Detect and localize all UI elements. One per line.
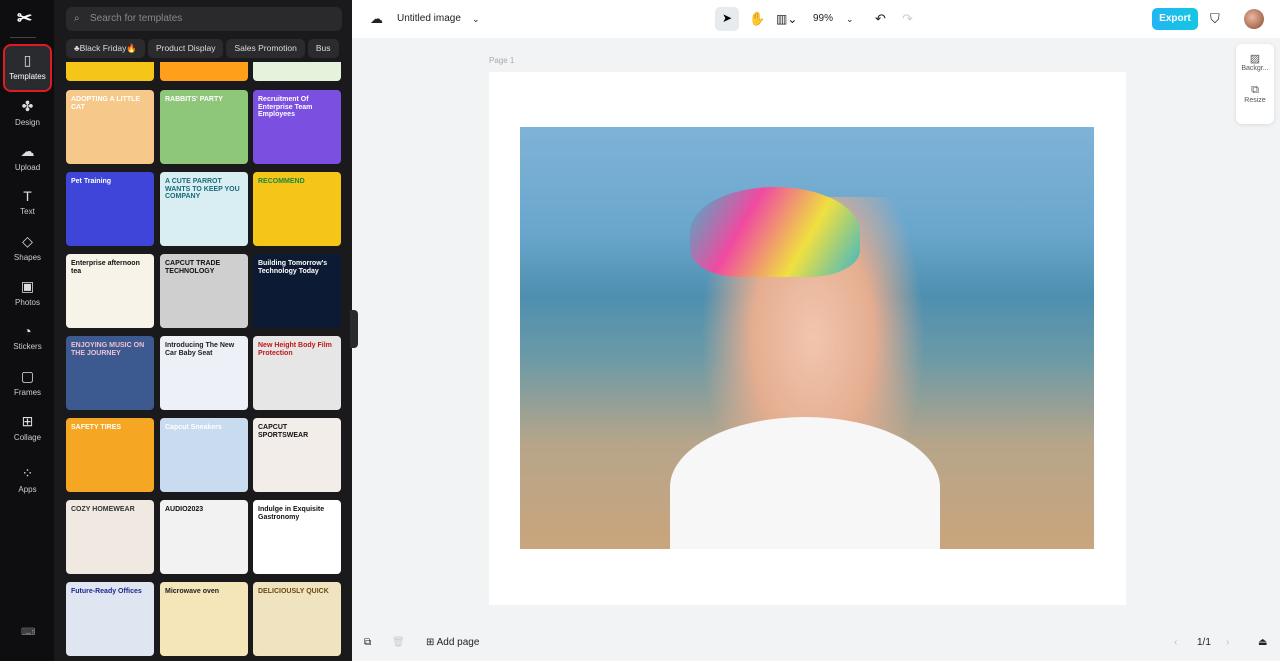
- templates-icon: ▯: [23, 52, 32, 68]
- keyboard-icon[interactable]: ⌨: [21, 627, 35, 638]
- sidebar-item-shapes[interactable]: ◇ Shapes: [5, 227, 50, 271]
- photo-headband: [690, 187, 860, 277]
- redo-icon[interactable]: ↷: [902, 0, 913, 38]
- delete-icon[interactable]: 🗑: [392, 630, 405, 655]
- design-icon: ✤: [21, 98, 34, 114]
- prev-page-icon[interactable]: ‹: [1174, 630, 1177, 655]
- apps-icon: ⁘: [21, 465, 34, 481]
- sidebar-item-text[interactable]: T Text: [5, 182, 50, 226]
- template-card[interactable]: Capcut Sneakers: [160, 418, 248, 492]
- template-card[interactable]: Pet Training: [66, 172, 154, 246]
- template-card[interactable]: RECOMMEND: [253, 172, 341, 246]
- collage-icon: ⊞: [21, 413, 34, 429]
- template-card[interactable]: New Height Body Film Protection: [253, 336, 341, 410]
- top-bar: ☁ Untitled image ⌄ ➤ ✋ ▥⌄ 99% ⌄ ↶ ↷ Expo…: [352, 0, 1280, 38]
- category-chip[interactable]: Bus: [307, 39, 339, 58]
- template-card[interactable]: [253, 62, 341, 81]
- frames-icon: ▢: [20, 368, 35, 384]
- sidebar-item-design[interactable]: ✤ Design: [5, 92, 50, 136]
- sidebar-item-upload[interactable]: ☁ Upload: [5, 137, 50, 181]
- template-card[interactable]: Microwave oven: [160, 582, 248, 656]
- template-card[interactable]: Enterprise afternoon tea: [66, 254, 154, 328]
- zoom-chevron-icon[interactable]: ⌄: [846, 0, 854, 38]
- side-tools: ▨ Backgr... ⧉ Resize: [1236, 44, 1274, 124]
- canvas-photo[interactable]: [520, 127, 1094, 549]
- template-card[interactable]: RABBITS' PARTY: [160, 90, 248, 164]
- search-input[interactable]: ⌕ Search for templates: [66, 7, 342, 31]
- template-card[interactable]: AUDIO2023: [160, 500, 248, 574]
- document-title[interactable]: Untitled image: [397, 0, 461, 38]
- template-card[interactable]: [66, 62, 154, 81]
- chevron-down-icon[interactable]: ⌄: [472, 0, 480, 38]
- pages-icon[interactable]: ⧉: [364, 630, 371, 655]
- sidebar-item-templates[interactable]: ▯ Templates: [3, 44, 52, 92]
- category-chips: ♣Black Friday🔥 Product Display Sales Promo…: [66, 38, 352, 58]
- sidebar-item-frames[interactable]: ▢ Frames: [5, 362, 50, 406]
- template-card[interactable]: Indulge in Exquisite Gastronomy: [253, 500, 341, 574]
- stickers-icon: ◔: [23, 323, 32, 339]
- template-card[interactable]: COZY HOMEWEAR: [66, 500, 154, 574]
- export-button[interactable]: Export: [1152, 8, 1198, 30]
- select-tool-button[interactable]: ➤: [715, 7, 739, 31]
- template-card[interactable]: Recruitment Of Enterprise Team Employees: [253, 90, 341, 164]
- category-chip[interactable]: Sales Promotion: [226, 39, 305, 58]
- search-icon: ⌕: [74, 13, 80, 24]
- text-icon: T: [23, 188, 32, 204]
- sidebar-item-apps[interactable]: ⁘ Apps: [5, 459, 50, 503]
- template-card[interactable]: [160, 62, 248, 81]
- divider: [10, 37, 36, 38]
- background-icon: ▨: [1249, 53, 1261, 65]
- category-chip[interactable]: Product Display: [147, 39, 224, 58]
- next-page-icon[interactable]: ›: [1226, 630, 1229, 655]
- background-tool[interactable]: ▨ Backgr...: [1236, 52, 1274, 72]
- sidebar-item-photos[interactable]: ▣ Photos: [5, 272, 50, 316]
- upload-icon: ☁: [20, 143, 35, 159]
- cursor-icon: ➤: [722, 11, 733, 25]
- template-card[interactable]: CAPCUT SPORTSWEAR: [253, 418, 341, 492]
- add-page-button[interactable]: ⊞ Add page: [426, 630, 479, 655]
- page-counter: 1/1: [1197, 637, 1211, 648]
- template-card[interactable]: CAPCUT TRADE TECHNOLOGY: [160, 254, 248, 328]
- undo-icon[interactable]: ↶: [875, 0, 886, 38]
- template-card[interactable]: ADOPTING A LITTLE CAT: [66, 90, 154, 164]
- shapes-icon: ◇: [22, 233, 33, 249]
- photos-icon: ▣: [20, 278, 35, 294]
- template-card[interactable]: ENJOYING MUSIC ON THE JOURNEY: [66, 336, 154, 410]
- templates-panel: ⌕ Search for templates ♣Black Friday🔥 Prod…: [54, 0, 352, 661]
- cloud-save-icon[interactable]: ☁: [370, 0, 383, 38]
- left-rail: ✂ ▯ Templates ✤ Design ☁ Upload T Text ◇ Shapes ▣ P…: [0, 0, 54, 661]
- bottom-bar: ⧉ 🗑 ⊞ Add page ‹ 1/1 › ⏏: [352, 630, 1280, 655]
- hand-tool-icon[interactable]: ✋: [749, 0, 765, 38]
- template-card[interactable]: DELICIOUSLY QUICK: [253, 582, 341, 656]
- zoom-level[interactable]: 99%: [813, 0, 833, 38]
- template-card[interactable]: Future-Ready Offices: [66, 582, 154, 656]
- layout-icon[interactable]: ▥⌄: [776, 0, 797, 38]
- page-label: Page 1: [489, 56, 515, 65]
- photo-shirt: [670, 417, 940, 549]
- shield-icon[interactable]: ⛉: [1210, 0, 1220, 38]
- avatar[interactable]: [1244, 9, 1264, 29]
- template-card[interactable]: SAFETY TIRES: [66, 418, 154, 492]
- collapse-panel-handle[interactable]: [350, 310, 358, 348]
- capcut-logo-icon[interactable]: ✂: [17, 8, 32, 29]
- resize-icon: ⧉: [1251, 84, 1259, 96]
- template-card[interactable]: A CUTE PARROT WANTS TO KEEP YOU COMPANY: [160, 172, 248, 246]
- resize-tool[interactable]: ⧉ Resize: [1236, 84, 1274, 104]
- category-chip[interactable]: ♣Black Friday🔥: [66, 39, 145, 58]
- page-manager-icon[interactable]: ⏏: [1258, 630, 1267, 655]
- sidebar-item-stickers[interactable]: ◔ Stickers: [5, 317, 50, 361]
- template-card[interactable]: Introducing The New Car Baby Seat: [160, 336, 248, 410]
- sidebar-item-collage[interactable]: ⊞ Collage: [5, 407, 50, 451]
- template-card[interactable]: Building Tomorrow's Technology Today: [253, 254, 341, 328]
